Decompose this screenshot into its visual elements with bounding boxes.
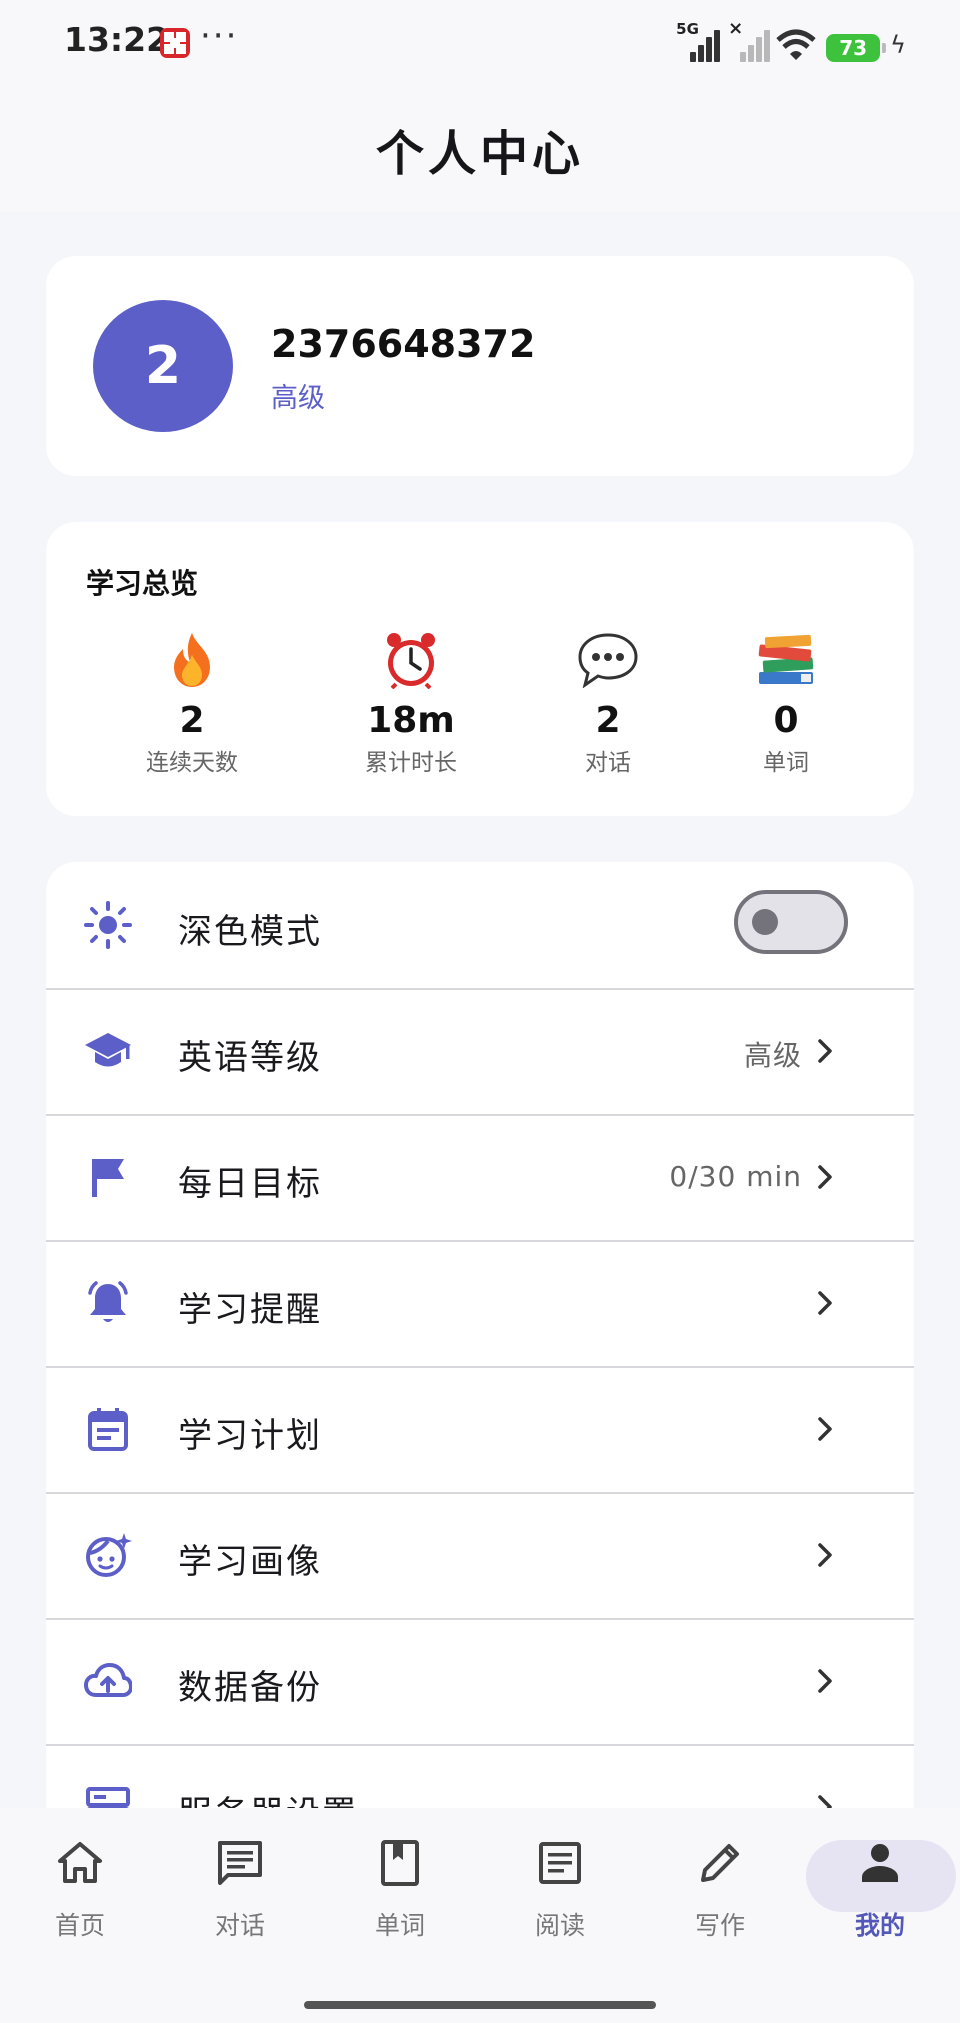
- network-label: 5G: [676, 20, 699, 38]
- nav-chat[interactable]: 对话: [165, 1838, 315, 1942]
- more-notifications-icon: ···: [200, 16, 239, 56]
- person-icon: [862, 1844, 898, 1882]
- stat-label: 累计时长: [365, 750, 457, 776]
- app-notification-icon: [160, 28, 190, 58]
- cloud-upload-icon: [84, 1663, 132, 1697]
- user-level: 高级: [271, 383, 325, 414]
- menu-label: 数据备份: [178, 1668, 322, 1708]
- menu-label: 深色模式: [178, 912, 322, 952]
- stat-value: 18m: [367, 700, 455, 741]
- nav-label: 写作: [694, 1911, 745, 1940]
- home-indicator[interactable]: [304, 2001, 656, 2009]
- chevron-right-icon: [818, 1291, 832, 1315]
- menu-item-learning-profile[interactable]: 学习画像: [46, 1492, 914, 1620]
- menu-item-study-reminder[interactable]: 学习提醒: [46, 1240, 914, 1368]
- menu-value: 0/30 min: [669, 1160, 802, 1193]
- stat-words: 0 单词: [686, 630, 886, 777]
- stat-conversations: 2 对话: [508, 630, 708, 777]
- chat-icon: [218, 1841, 262, 1885]
- charging-icon: ϟ: [890, 31, 906, 59]
- nav-reading[interactable]: 阅读: [485, 1838, 635, 1942]
- menu-label: 学习画像: [178, 1542, 322, 1582]
- page-title: 个人中心: [375, 126, 584, 182]
- page-header: 个人中心: [0, 84, 960, 212]
- calendar-icon: [88, 1408, 128, 1451]
- fire-icon: [174, 633, 210, 687]
- article-icon: [539, 1842, 581, 1884]
- menu-label: 每日目标: [178, 1164, 322, 1204]
- nav-label: 单词: [374, 1911, 425, 1940]
- stat-total-time: 18m 累计时长: [311, 630, 511, 777]
- stat-value: 2: [179, 700, 205, 741]
- menu-item-study-plan[interactable]: 学习计划: [46, 1366, 914, 1494]
- signal-icon: 5G: [676, 20, 721, 62]
- menu-label: 英语等级: [178, 1038, 322, 1078]
- learning-overview-card: 学习总览 2 连续天数 18m 累计时长 2 对话 0 单词: [46, 522, 914, 816]
- graduation-cap-icon: [85, 1033, 131, 1067]
- menu-item-daily-goal[interactable]: 每日目标 0/30 min: [46, 1114, 914, 1242]
- stat-label: 对话: [585, 750, 631, 776]
- nav-words[interactable]: 单词: [325, 1838, 475, 1942]
- menu-item-data-backup[interactable]: 数据备份: [46, 1618, 914, 1746]
- chevron-right-icon: [818, 1039, 832, 1063]
- bell-icon: [88, 1281, 128, 1322]
- menu-value: 高级: [743, 1039, 802, 1072]
- chevron-right-icon: [818, 1543, 832, 1567]
- home-icon: [58, 1842, 102, 1883]
- pencil-icon: [701, 1844, 739, 1882]
- signal-off-icon: ×: [726, 18, 771, 62]
- wifi-icon: [776, 29, 816, 60]
- stat-streak-days: 2 连续天数: [92, 630, 292, 777]
- chevron-right-icon: [818, 1417, 832, 1441]
- chevron-right-icon: [818, 1669, 832, 1693]
- alarm-clock-icon: [387, 633, 435, 689]
- status-bar: 13:22 ··· 5G × 73 ϟ: [0, 0, 960, 84]
- nav-label: 首页: [54, 1911, 105, 1940]
- sun-icon: [84, 901, 132, 949]
- profile-card[interactable]: 2 2376648372 高级: [46, 256, 914, 476]
- menu-label: 学习提醒: [178, 1290, 322, 1330]
- nav-label: 我的: [854, 1911, 905, 1940]
- nav-label: 对话: [214, 1911, 265, 1940]
- bookmark-book-icon: [381, 1840, 419, 1886]
- menu-item-dark-mode[interactable]: 深色模式: [46, 862, 914, 990]
- chevron-right-icon: [818, 1165, 832, 1189]
- nav-home[interactable]: 首页: [5, 1838, 155, 1942]
- stat-value: 0: [773, 700, 799, 741]
- status-time: 13:22: [64, 20, 170, 59]
- books-icon: [758, 634, 814, 684]
- flag-icon: [92, 1159, 124, 1197]
- bottom-navigation: 首页 对话 单词 阅读 写作 我的: [0, 1808, 960, 2023]
- menu-label: 学习计划: [178, 1416, 322, 1456]
- menu-item-english-level[interactable]: 英语等级 高级: [46, 988, 914, 1116]
- nav-mine[interactable]: 我的: [805, 1838, 955, 1942]
- username: 2376648372: [271, 322, 536, 366]
- stat-value: 2: [595, 700, 621, 741]
- battery-icon: 73: [826, 34, 887, 62]
- nav-label: 阅读: [534, 1911, 585, 1940]
- dark-mode-toggle[interactable]: [734, 890, 848, 954]
- settings-menu: 深色模式 英语等级 高级 每日目标 0/30 min 学习提醒 学习计划 学习画…: [46, 862, 914, 1862]
- stat-label: 连续天数: [146, 750, 238, 776]
- nav-writing[interactable]: 写作: [645, 1838, 795, 1942]
- avatar: 2: [93, 300, 233, 432]
- system-indicators: 5G × 73 ϟ: [676, 18, 906, 62]
- stat-label: 单词: [763, 750, 809, 776]
- overview-title: 学习总览: [86, 567, 199, 600]
- speech-bubble-icon: [578, 633, 638, 688]
- face-icon: [86, 1533, 132, 1577]
